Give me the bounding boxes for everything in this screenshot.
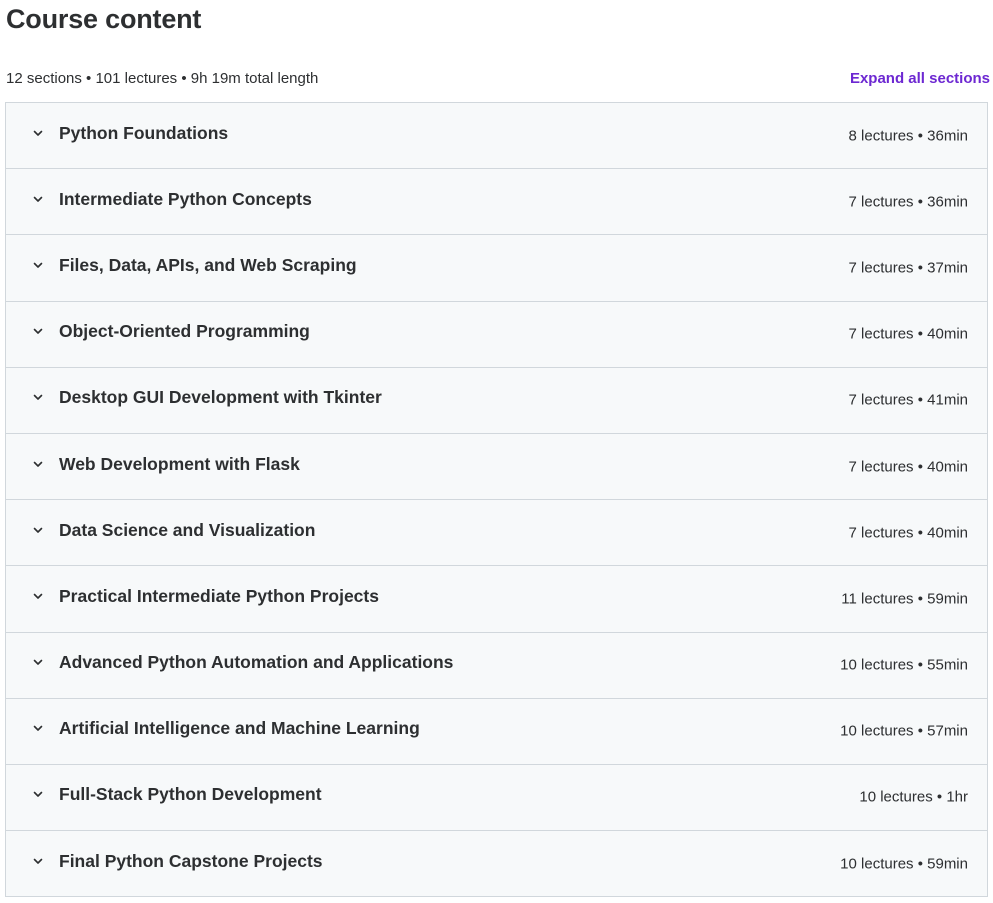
section-meta: 7 lectures • 40min xyxy=(848,458,968,476)
section-header[interactable]: Full-Stack Python Development 10 lecture… xyxy=(6,764,987,832)
section-header[interactable]: Python Foundations 8 lectures • 36min xyxy=(6,103,987,170)
section-title: Object-Oriented Programming xyxy=(59,321,310,342)
section-header[interactable]: Artificial Intelligence and Machine Lear… xyxy=(6,698,987,765)
section-header[interactable]: Files, Data, APIs, and Web Scraping 7 le… xyxy=(6,235,987,302)
chevron-down-icon xyxy=(31,854,45,868)
section-title: Advanced Python Automation and Applicati… xyxy=(59,652,454,673)
section-meta: 10 lectures • 57min xyxy=(840,722,968,740)
section-title: Data Science and Visualization xyxy=(59,519,316,540)
section-meta: 7 lectures • 40min xyxy=(848,325,968,343)
section-meta: 7 lectures • 41min xyxy=(848,391,968,409)
chevron-down-icon xyxy=(31,192,45,206)
chevron-down-icon xyxy=(31,523,45,537)
sections-list: Python Foundations 8 lectures • 36min In… xyxy=(5,102,988,898)
course-summary: 12 sections • 101 lectures • 9h 19m tota… xyxy=(6,70,319,87)
section-header[interactable]: Data Science and Visualization 7 lecture… xyxy=(6,500,987,567)
expand-all-sections-button[interactable]: Expand all sections xyxy=(850,68,990,90)
chevron-down-icon xyxy=(31,589,45,603)
section-title: Intermediate Python Concepts xyxy=(59,188,312,209)
chevron-down-icon xyxy=(31,126,45,140)
section-title: Python Foundations xyxy=(59,122,229,143)
section-header[interactable]: Intermediate Python Concepts 7 lectures … xyxy=(6,169,987,236)
section-title: Artificial Intelligence and Machine Lear… xyxy=(59,718,420,739)
section-title: Final Python Capstone Projects xyxy=(59,850,323,871)
section-meta: 10 lectures • 1hr xyxy=(859,788,968,806)
course-summary-row: 12 sections • 101 lectures • 9h 19m tota… xyxy=(6,68,990,90)
section-meta: 10 lectures • 59min xyxy=(840,855,968,873)
section-meta: 11 lectures • 59min xyxy=(841,590,968,608)
section-title: Desktop GUI Development with Tkinter xyxy=(59,387,382,408)
chevron-down-icon xyxy=(31,787,45,801)
section-meta: 8 lectures • 36min xyxy=(848,127,968,145)
chevron-down-icon xyxy=(31,390,45,404)
section-header[interactable]: Desktop GUI Development with Tkinter 7 l… xyxy=(6,367,987,434)
section-meta: 7 lectures • 36min xyxy=(848,193,968,211)
section-header[interactable]: Practical Intermediate Python Projects 1… xyxy=(6,566,987,633)
section-header[interactable]: Web Development with Flask 7 lectures • … xyxy=(6,433,987,501)
chevron-down-icon xyxy=(31,655,45,669)
section-title: Full-Stack Python Development xyxy=(59,784,322,805)
section-header[interactable]: Object-Oriented Programming 7 lectures •… xyxy=(6,301,987,368)
section-meta: 10 lectures • 55min xyxy=(840,656,968,674)
section-title: Practical Intermediate Python Projects xyxy=(59,585,379,606)
page-title: Course content xyxy=(6,4,202,34)
chevron-down-icon xyxy=(31,258,45,272)
section-title: Files, Data, APIs, and Web Scraping xyxy=(59,254,357,275)
chevron-down-icon xyxy=(31,324,45,338)
section-header[interactable]: Final Python Capstone Projects 10 lectur… xyxy=(6,831,987,898)
section-meta: 7 lectures • 37min xyxy=(848,259,968,277)
chevron-down-icon xyxy=(31,721,45,735)
section-meta: 7 lectures • 40min xyxy=(848,524,968,542)
section-title: Web Development with Flask xyxy=(59,453,300,474)
section-header[interactable]: Advanced Python Automation and Applicati… xyxy=(6,632,987,699)
chevron-down-icon xyxy=(31,457,45,471)
